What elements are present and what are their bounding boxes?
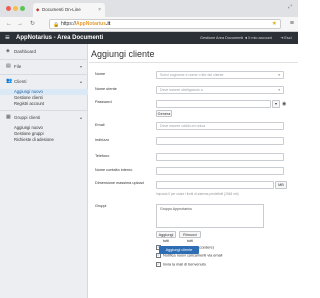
dimensione-unit: MB <box>275 181 287 189</box>
minimize-window-button[interactable] <box>13 6 18 11</box>
sidebar-subitem-richieste-adesione[interactable]: Richieste di adesione <box>0 137 88 143</box>
benvenuto-label: Invia la mail di benvenuto <box>163 262 206 267</box>
address-toolbar: ← → ↻ 🔒 https://AppNotarius.it ★ ≡ <box>0 17 298 32</box>
email-field[interactable]: Deve essere valido ed unica <box>156 122 284 130</box>
users-icon: 👥 <box>6 78 13 84</box>
gruppi-multiselect[interactable]: Gruppo Appnotarius <box>156 204 264 228</box>
rimuovi-tutti-button[interactable]: Rimuovi tutti <box>179 231 201 243</box>
sidebar-divider <box>0 59 88 60</box>
topnav-logout-label: Esci <box>284 36 292 40</box>
address-bar[interactable]: 🔒 https://AppNotarius.it ★ <box>49 19 281 29</box>
sidebar-item-label: Gruppi clienti <box>14 115 41 120</box>
chevron-down-icon: ▾ <box>278 73 280 77</box>
browser-window: ◆ Documenti On-Line × ⤢ ← → ↻ 🔒 https://… <box>0 0 298 298</box>
close-tab-icon[interactable]: × <box>98 3 101 17</box>
password-label: Password <box>95 100 112 104</box>
eye-icon[interactable]: ◉ <box>282 101 286 107</box>
email-label: Email <box>95 123 105 127</box>
indirizzo-field[interactable] <box>156 137 284 145</box>
nome-contatto-label: Nome contatto interno <box>95 168 133 172</box>
email-placeholder: Deve essere valido ed unica <box>160 124 206 128</box>
genera-password-button[interactable]: Genera <box>156 110 172 117</box>
telefono-field[interactable] <box>156 153 284 161</box>
dimensione-hint: Imposta 0 per usare i limiti di sistema … <box>156 192 239 196</box>
dimensione-field[interactable] <box>156 181 274 189</box>
main-content: Aggiungi cliente Nome Scrivi cognome e n… <box>89 44 298 298</box>
bookmark-star-icon[interactable]: ★ <box>272 20 277 28</box>
aggiungi-cliente-button[interactable]: Aggiungi cliente <box>159 246 199 254</box>
sidebar-subitem-registri-account[interactable]: Registri account <box>0 101 88 107</box>
sidebar-item-label: Clienti <box>14 79 27 84</box>
notifica-label: Notifica nuovi caricamenti via email <box>163 253 223 258</box>
chevron-down-icon: ▾ <box>278 88 280 92</box>
topnav-logout[interactable]: ⇥Esci <box>280 32 292 44</box>
nome-utente-placeholder: Deve essere obbligatorio a <box>160 88 203 92</box>
fullscreen-icon[interactable]: ⤢ <box>288 4 292 10</box>
topnav-gestione-area[interactable]: Gestione Area Documenti <box>200 32 243 44</box>
browser-menu-icon[interactable]: ≡ <box>290 20 294 27</box>
topnav-account[interactable]: ●Il mio account <box>245 32 272 44</box>
reload-icon[interactable]: ↻ <box>30 21 35 27</box>
hamburger-menu-icon[interactable]: ≡ <box>5 34 10 42</box>
group-icon: ▦ <box>6 114 11 120</box>
tab-bar: ◆ Documenti On-Line × ⤢ <box>0 0 298 17</box>
logout-icon: ⇥ <box>280 35 284 40</box>
url-scheme: https:// <box>61 21 77 27</box>
close-window-button[interactable] <box>6 6 11 11</box>
lock-icon: 🔒 <box>53 22 60 28</box>
sidebar-divider <box>0 110 88 111</box>
sidebar: ◈ Dashboard ▤ File ▾ 👥 Clienti ▴ Aggiung… <box>0 44 88 298</box>
page-favicon-icon: ◆ <box>36 7 40 12</box>
telefono-label: Telefono <box>95 154 110 158</box>
url-tld: .it <box>106 21 111 27</box>
sidebar-divider <box>0 74 88 75</box>
page-title: Aggiungi cliente <box>91 49 155 59</box>
gruppi-label: Gruppi <box>95 204 107 208</box>
password-field[interactable] <box>156 100 271 108</box>
url-domain: AppNotarius <box>76 21 107 27</box>
dashboard-icon: ◈ <box>6 48 10 54</box>
topnav-account-label: Il mio account <box>248 36 272 40</box>
maximize-window-button[interactable] <box>20 6 25 11</box>
sidebar-item-label: Dashboard <box>14 49 37 54</box>
nome-contatto-field[interactable] <box>156 167 284 175</box>
nome-label: Nome <box>95 72 106 76</box>
dimensione-label: Dimensione massima upload <box>95 181 144 185</box>
tab-title: Documenti On-Line <box>42 7 81 12</box>
app-header: ≡ AppNotarius - Area Documenti Gestione … <box>0 32 298 44</box>
forward-icon[interactable]: → <box>17 21 23 27</box>
file-icon: ▤ <box>6 63 11 69</box>
chevron-up-icon: ▴ <box>79 115 82 120</box>
title-divider <box>89 62 298 63</box>
aggiungi-tutti-button[interactable]: Aggiungi tutti <box>156 231 176 243</box>
indirizzo-label: Indirizzo <box>95 138 110 142</box>
nome-utente-field[interactable]: Deve essere obbligatorio a ▾ <box>156 86 284 94</box>
nome-utente-label: Nome utente <box>95 87 117 91</box>
chevron-up-icon: ▴ <box>79 79 82 84</box>
sidebar-item-label: File <box>14 64 22 69</box>
benvenuto-checkbox[interactable]: ✓ <box>156 262 161 267</box>
chevron-down-icon: ▾ <box>79 64 82 69</box>
nome-placeholder: Scrivi cognome e nome o tite del cliente <box>160 73 224 77</box>
browser-tab[interactable]: ◆ Documenti On-Line × <box>33 3 105 17</box>
back-icon[interactable]: ← <box>6 21 12 27</box>
gruppi-option[interactable]: Gruppo Appnotarius <box>160 207 260 211</box>
app-title: AppNotarius - Area Documenti <box>16 35 104 41</box>
password-visibility-button[interactable]: ▾ <box>272 100 280 108</box>
nome-select[interactable]: Scrivi cognome e nome o tite del cliente… <box>156 71 284 79</box>
benvenuto-checkbox-row[interactable]: ✓ Invia la mail di benvenuto <box>156 262 206 268</box>
